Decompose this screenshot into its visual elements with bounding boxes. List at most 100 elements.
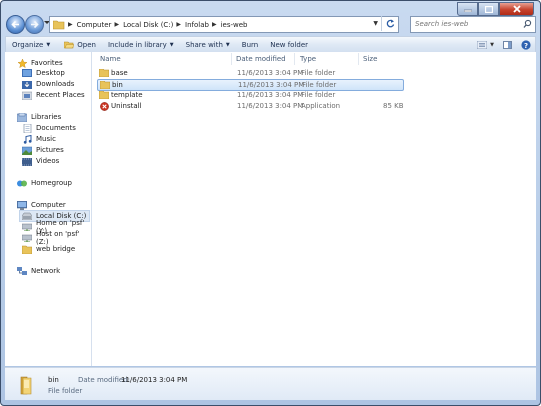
folder-icon bbox=[22, 245, 32, 254]
open-folder-icon bbox=[64, 41, 75, 48]
column-divider[interactable] bbox=[231, 53, 232, 65]
back-arrow-icon bbox=[11, 20, 19, 29]
column-header-name[interactable]: Name bbox=[100, 54, 121, 64]
file-row-base[interactable]: base 11/6/2013 3:04 PM File folder bbox=[97, 68, 402, 78]
music-icon bbox=[23, 134, 32, 144]
column-divider[interactable] bbox=[294, 53, 295, 65]
details-pane: bin Date modified: 11/6/2013 3:04 PM Fil… bbox=[5, 367, 536, 400]
pictures-icon bbox=[22, 146, 32, 155]
column-divider[interactable] bbox=[358, 53, 359, 65]
chevron-down-icon: ▼ bbox=[169, 41, 174, 48]
refresh-icon bbox=[386, 19, 395, 28]
breadcrumb-separator-icon: ▶ bbox=[68, 21, 73, 28]
forward-button[interactable] bbox=[25, 15, 44, 34]
breadcrumb-local-disk[interactable]: Local Disk (C:) bbox=[123, 21, 173, 29]
file-type: Application bbox=[301, 102, 341, 110]
network-drive-icon bbox=[22, 223, 32, 231]
file-name: template bbox=[111, 91, 143, 99]
nav-libraries-label: Libraries bbox=[31, 113, 62, 121]
column-header-size[interactable]: Size bbox=[363, 54, 377, 64]
navigation-bar: ▶ Computer ▶ Local Disk (C:) ▶ Infolab ▶… bbox=[5, 14, 536, 34]
file-row-template[interactable]: template 11/6/2013 3:04 PM File folder bbox=[97, 90, 402, 100]
recent-places-icon bbox=[22, 91, 32, 100]
address-bar[interactable]: ▶ Computer ▶ Local Disk (C:) ▶ Infolab ▶… bbox=[49, 16, 399, 33]
nav-documents-label: Documents bbox=[36, 124, 76, 132]
nav-pictures[interactable]: Pictures bbox=[22, 145, 64, 155]
open-label: Open bbox=[77, 40, 96, 49]
details-name: bin bbox=[48, 376, 59, 384]
minimize-icon bbox=[463, 9, 472, 12]
file-date: 11/6/2013 3:04 PM bbox=[237, 69, 304, 77]
nav-homegroup-label: Homegroup bbox=[31, 179, 73, 187]
nav-downloads[interactable]: Downloads bbox=[22, 79, 74, 89]
libraries-icon bbox=[17, 112, 27, 122]
downloads-icon bbox=[22, 80, 32, 89]
preview-pane-button[interactable] bbox=[503, 40, 512, 49]
breadcrumb-infolab[interactable]: Infolab bbox=[185, 21, 209, 29]
file-name: bin bbox=[112, 81, 123, 89]
maximize-icon bbox=[484, 5, 493, 13]
homegroup-icon bbox=[17, 180, 27, 186]
column-header-date[interactable]: Date modified bbox=[236, 54, 286, 64]
include-in-library-button[interactable]: Include in library ▼ bbox=[102, 37, 180, 52]
file-type: File folder bbox=[301, 69, 336, 77]
nav-network[interactable]: Network bbox=[17, 266, 60, 276]
file-date: 11/6/2013 3:04 PM bbox=[237, 102, 304, 110]
search-box[interactable] bbox=[410, 16, 536, 33]
organize-label: Organize bbox=[12, 40, 44, 49]
open-button[interactable]: Open bbox=[58, 37, 102, 52]
back-button[interactable] bbox=[6, 15, 25, 34]
column-header-type[interactable]: Type bbox=[300, 54, 316, 64]
new-folder-label: New folder bbox=[270, 40, 309, 49]
details-type: File folder bbox=[48, 387, 83, 395]
nav-desktop[interactable]: Desktop bbox=[22, 68, 65, 78]
navigation-pane: Favorites Desktop Downloads Recent Place… bbox=[5, 52, 92, 366]
nav-host-psf[interactable]: Host on 'psf' (Z:) bbox=[22, 230, 91, 246]
breadcrumb-separator-icon[interactable]: ▶ bbox=[114, 21, 119, 28]
network-drive-icon bbox=[22, 234, 32, 242]
nav-web-bridge[interactable]: web bridge bbox=[22, 244, 75, 254]
breadcrumb-separator-icon[interactable]: ▶ bbox=[212, 21, 217, 28]
details-date-value: 11/6/2013 3:04 PM bbox=[121, 376, 188, 384]
search-icon[interactable] bbox=[523, 19, 532, 28]
breadcrumb-computer[interactable]: Computer bbox=[77, 21, 112, 29]
command-bar: Organize ▼ Open Include in library ▼ Share… bbox=[5, 36, 536, 53]
folder-icon bbox=[53, 20, 65, 29]
breadcrumb-separator-icon[interactable]: ▶ bbox=[176, 21, 181, 28]
file-row-uninstall[interactable]: Uninstall 11/6/2013 3:04 PM Application … bbox=[97, 101, 404, 111]
nav-computer[interactable]: Computer bbox=[17, 200, 66, 210]
nav-videos-label: Videos bbox=[36, 157, 60, 165]
nav-recent-places-label: Recent Places bbox=[36, 91, 85, 99]
address-history-dropdown-icon[interactable]: ▼ bbox=[373, 20, 378, 27]
nav-computer-label: Computer bbox=[31, 201, 66, 209]
nav-videos[interactable]: Videos bbox=[22, 156, 59, 166]
file-date: 11/6/2013 3:04 PM bbox=[237, 91, 304, 99]
change-view-button[interactable]: ▼ bbox=[477, 40, 494, 49]
burn-label: Burn bbox=[241, 40, 259, 49]
burn-button[interactable]: Burn bbox=[236, 37, 264, 52]
nav-libraries[interactable]: Libraries bbox=[17, 112, 61, 122]
nav-recent-places[interactable]: Recent Places bbox=[22, 90, 85, 100]
nav-documents[interactable]: Documents bbox=[22, 123, 76, 133]
nav-music[interactable]: Music bbox=[22, 134, 56, 144]
nav-homegroup[interactable]: Homegroup bbox=[17, 178, 72, 188]
nav-favorites[interactable]: Favorites bbox=[17, 58, 63, 68]
folder-icon bbox=[99, 69, 109, 77]
nav-music-label: Music bbox=[36, 135, 56, 143]
videos-icon bbox=[22, 157, 32, 166]
chevron-down-icon: ▼ bbox=[225, 41, 230, 48]
file-type: File folder bbox=[302, 81, 337, 89]
nav-downloads-label: Downloads bbox=[36, 80, 75, 88]
nav-favorites-label: Favorites bbox=[31, 59, 63, 67]
chevron-down-icon[interactable]: ▼ bbox=[490, 42, 494, 48]
refresh-button[interactable] bbox=[381, 16, 399, 31]
nav-desktop-label: Desktop bbox=[36, 69, 65, 77]
help-button[interactable]: ? bbox=[521, 39, 531, 50]
search-input[interactable] bbox=[411, 17, 515, 30]
new-folder-button[interactable]: New folder bbox=[264, 37, 314, 52]
file-list: Name Date modified Type Size base 11/6/2… bbox=[92, 52, 536, 366]
computer-icon bbox=[17, 200, 27, 210]
organize-button[interactable]: Organize ▼ bbox=[6, 37, 56, 52]
breadcrumb-ies-web[interactable]: ies-web bbox=[221, 21, 248, 29]
share-with-button[interactable]: Share with ▼ bbox=[180, 37, 236, 52]
